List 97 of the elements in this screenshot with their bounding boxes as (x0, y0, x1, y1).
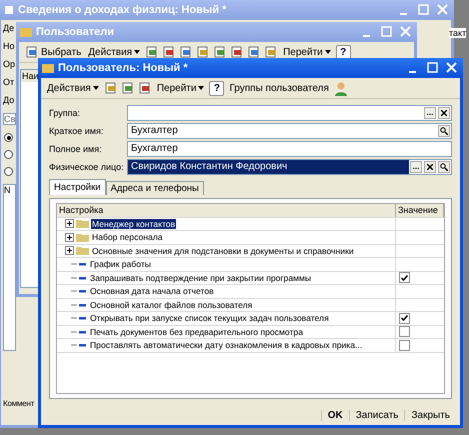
radio-button[interactable] (4, 150, 13, 159)
search-button[interactable] (438, 160, 450, 172)
dash-icon (71, 315, 87, 322)
document-icon[interactable] (213, 45, 228, 59)
expand-icon[interactable] (65, 246, 74, 256)
radio-button[interactable] (4, 167, 13, 176)
field-label: Полное имя: (49, 144, 103, 154)
field-label: Ор (3, 59, 16, 69)
column-header: Наи (21, 70, 38, 82)
input-field[interactable]: ... (127, 104, 452, 120)
document-icon[interactable] (138, 81, 152, 95)
clear-button[interactable] (438, 106, 450, 118)
search-icon (440, 126, 448, 134)
folder-icon (76, 246, 89, 256)
checkbox[interactable] (399, 340, 410, 351)
field-label: Группа: (49, 108, 82, 118)
setting-name[interactable]: Основная дата начала отчетов (89, 286, 215, 296)
search-button[interactable] (438, 124, 450, 136)
setting-name[interactable]: График работы (89, 259, 152, 270)
close-icon (427, 164, 433, 170)
column-header: Настройка (57, 204, 396, 216)
document-icon[interactable] (145, 45, 160, 59)
document-icon[interactable] (264, 45, 278, 59)
document-icon[interactable] (25, 45, 39, 59)
field-label: Но (3, 41, 15, 51)
field-label: От (3, 77, 14, 87)
comment-label: Коммент (3, 399, 34, 408)
document-icon[interactable] (162, 45, 176, 59)
footer-button[interactable]: Закрыть (404, 410, 456, 420)
radio-button[interactable] (4, 133, 13, 142)
person-icon[interactable] (334, 80, 348, 96)
footer-button[interactable]: OK (320, 410, 349, 420)
check-icon (401, 274, 408, 281)
dash-icon (71, 328, 87, 335)
input-field[interactable]: Бухгалтер (127, 140, 452, 156)
tab[interactable]: Настройки (49, 179, 106, 195)
expand-icon[interactable] (65, 232, 74, 242)
document-icon[interactable] (104, 81, 118, 95)
document-icon[interactable] (230, 45, 244, 59)
folder-icon (42, 63, 54, 73)
field-label: До (3, 95, 14, 105)
tab-label: такт (449, 28, 466, 38)
menu-button[interactable]: Перейти (281, 46, 333, 58)
menu-button[interactable]: Перейти (154, 82, 206, 94)
choose-button[interactable]: ... (424, 106, 436, 118)
setting-name[interactable]: Менеджер контактов (91, 218, 176, 229)
menu-button[interactable]: Действия (45, 82, 101, 94)
caret-icon (324, 50, 331, 54)
field-label: Физическое лицо: (49, 162, 125, 172)
check-icon (401, 315, 408, 322)
window-controls-icon[interactable] (407, 62, 459, 74)
choose-button[interactable]: ... (410, 160, 422, 172)
document-icon[interactable] (196, 45, 210, 59)
select-field[interactable]: Св (3, 113, 16, 125)
search-icon (440, 162, 448, 170)
dash-icon (71, 288, 87, 294)
field-label: Краткое имя: (49, 126, 104, 136)
setting-name[interactable]: Печать документов без предварительного просмотра (89, 326, 304, 337)
list-text: N (4, 185, 10, 195)
expand-icon[interactable] (65, 219, 74, 228)
column-header: Значение (396, 204, 444, 216)
input-field[interactable]: Свиридов Константин Федорович ... (127, 158, 452, 174)
dash-icon (71, 261, 87, 268)
groups-button[interactable]: Группы пользователя (227, 82, 331, 94)
window-title: Пользователь: Новый * (58, 62, 189, 74)
document-icon[interactable] (247, 45, 262, 59)
caret-icon (198, 86, 204, 90)
folder-icon (76, 232, 89, 242)
toolbar-label: Де (3, 23, 14, 33)
setting-name[interactable]: Набор персонала (91, 232, 164, 242)
menu-button[interactable]: Действия (86, 46, 142, 58)
document-icon[interactable] (120, 81, 135, 95)
checkbox[interactable] (399, 312, 410, 324)
dash-icon (71, 274, 87, 281)
help-button[interactable]: ? (336, 44, 351, 60)
window-title: Пользователи (36, 26, 116, 38)
checkbox[interactable] (399, 326, 410, 338)
setting-name[interactable]: Проставлять автоматически дату ознакомления в кадровых прика... (89, 340, 364, 350)
footer-button[interactable]: Записать (348, 410, 404, 420)
help-button[interactable]: ? (209, 80, 224, 96)
setting-name[interactable]: Основной каталог файлов пользователя (89, 300, 254, 310)
caret-icon (92, 86, 99, 90)
document-icon[interactable] (179, 45, 194, 59)
setting-name[interactable]: Открывать при запуске список текущих задач пользователя (89, 313, 330, 324)
close-icon (441, 110, 447, 116)
dash-icon (71, 302, 87, 308)
clear-button[interactable] (424, 160, 436, 172)
setting-name[interactable]: Запрашивать подтверждение при закрытии программы (89, 272, 312, 283)
dash-icon (71, 342, 87, 348)
tab[interactable]: Адреса и телефоны (106, 181, 204, 195)
document-icon (4, 5, 14, 15)
input-field[interactable]: Бухгалтер (127, 122, 452, 138)
checkbox[interactable] (399, 272, 410, 284)
window-title: Сведения о доходах физлиц: Новый * (18, 4, 228, 16)
setting-name[interactable]: Основные значения для подстановки в документы и справочники (91, 246, 355, 256)
caret-icon (134, 50, 140, 54)
folder-icon (76, 219, 89, 228)
